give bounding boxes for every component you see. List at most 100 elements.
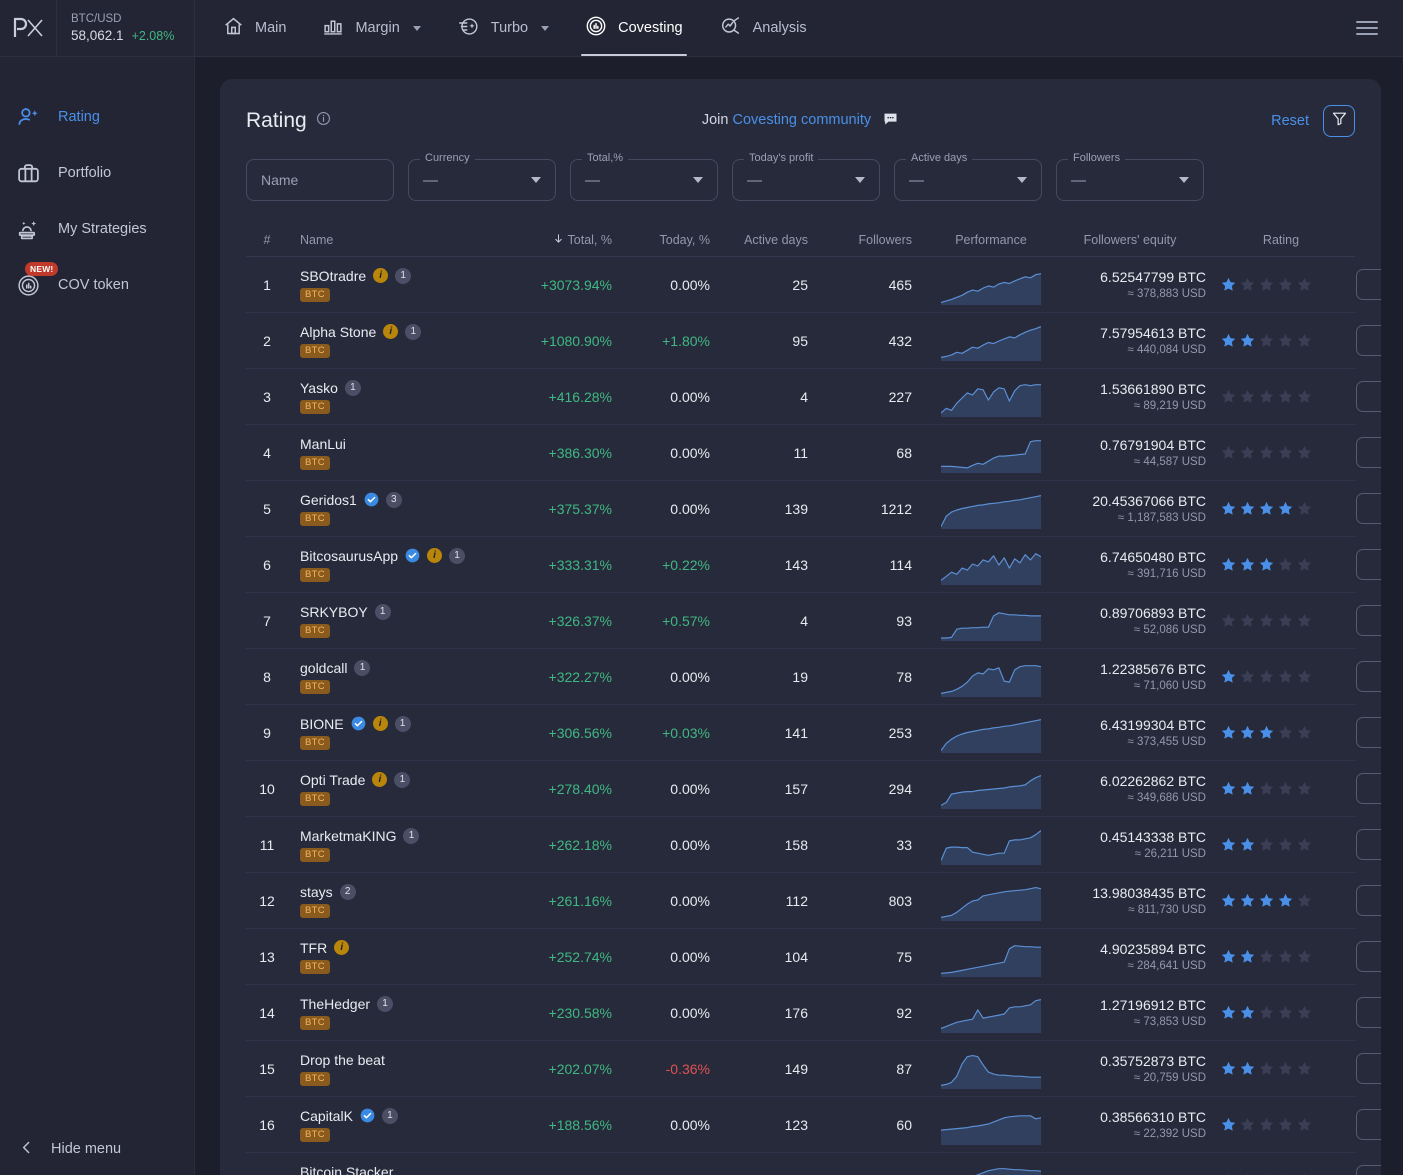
follow-button[interactable]: Follow [1356, 549, 1381, 580]
equity-btc: 0.35752873 BTC [1100, 1052, 1206, 1069]
trader-name[interactable]: stays [300, 884, 333, 900]
chat-bubble-icon[interactable] [882, 113, 899, 131]
trader-name[interactable]: Geridos1 [300, 492, 357, 508]
follow-button[interactable]: Follow [1356, 1109, 1381, 1140]
menu-icon[interactable] [1330, 0, 1403, 56]
follow-button[interactable]: Follow [1356, 829, 1381, 860]
reset-button[interactable]: Reset [1271, 113, 1309, 129]
sidebar-item-my-strategies[interactable]: My Strategies [0, 201, 194, 257]
filter-active-days[interactable]: Active days — [894, 152, 1042, 201]
table-row[interactable]: 1 SBOtradre i 1 BTC +3073.94% 0.00% 25 465 6.5254… [246, 257, 1381, 313]
hide-menu-button[interactable]: Hide menu [0, 1123, 194, 1175]
follow-button[interactable]: Follow [1356, 885, 1381, 916]
table-row[interactable]: 6 BitcosaurusApp i 1 BTC +333.31% +0.22% 143 114… [246, 537, 1381, 593]
cell-active-days: 4 [800, 388, 808, 405]
follow-button[interactable]: Follow [1356, 325, 1381, 356]
table-row[interactable]: 4 ManLui BTC +386.30% 0.00% 11 68 0.76791904 BT… [246, 425, 1381, 481]
nav-item-covesting[interactable]: Covesting [567, 0, 700, 56]
sidebar-item-cov-token[interactable]: NEW! COV token [0, 257, 194, 313]
table-row[interactable]: 16 CapitalK 1 BTC +188.56% 0.00% 123 60 0.385663… [246, 1097, 1381, 1153]
filter-todays-profit[interactable]: Today's profit — [732, 152, 880, 201]
follow-button[interactable]: Follow [1356, 997, 1381, 1028]
trader-name[interactable]: Drop the beat [300, 1052, 385, 1068]
chevron-down-icon[interactable] [541, 25, 550, 31]
column-header-equity[interactable]: Followers' equity [1054, 233, 1206, 247]
column-header-total[interactable]: Total, % [506, 232, 616, 248]
cell-followers-equity: 1.22385676 BTC ≈ 71,060 USD [1054, 660, 1206, 694]
column-header-days[interactable]: Active days [716, 233, 824, 247]
trader-name[interactable]: goldcall [300, 660, 347, 676]
follow-button[interactable]: Follow [1356, 269, 1381, 300]
follow-button[interactable]: Follow [1356, 381, 1381, 412]
table-row[interactable]: 10 Opti Trade i 1 BTC +278.40% 0.00% 157 294 6.02… [246, 761, 1381, 817]
trader-name[interactable]: Opti Trade [300, 772, 365, 788]
filter-total-percent[interactable]: Total,% — [570, 152, 718, 201]
ticker-btc-usd[interactable]: BTC/USD 58,062.1 +2.08% [57, 0, 195, 56]
table-row[interactable]: 15 Drop the beat BTC +202.07% -0.36% 149 87 0.3… [246, 1041, 1381, 1097]
trader-name[interactable]: SRKYBOY [300, 604, 368, 620]
cell-performance [928, 489, 1054, 529]
table-row[interactable]: 5 Geridos1 3 BTC +375.37% 0.00% 139 1212 20.4536… [246, 481, 1381, 537]
table-row[interactable]: 12 stays 2 BTC +261.16% 0.00% 112 803 13.9803843… [246, 873, 1381, 929]
info-badge[interactable]: i [383, 324, 399, 339]
nav-item-turbo[interactable]: Turbo [439, 0, 567, 56]
filter-followers[interactable]: Followers — [1056, 152, 1204, 201]
trader-name[interactable]: Yasko [300, 380, 338, 396]
equity-usd: ≈ 71,060 USD [1133, 679, 1206, 692]
trader-name[interactable]: TheHedger [300, 996, 370, 1012]
filter-currency[interactable]: Currency — [408, 152, 556, 201]
table-row[interactable]: 7 SRKYBOY 1 BTC +326.37% +0.57% 4 93 0.89706893 … [246, 593, 1381, 649]
search-input[interactable] [246, 159, 394, 201]
filter-toggle-button[interactable] [1323, 105, 1355, 137]
nav-item-margin[interactable]: Margin [304, 0, 438, 56]
follow-button[interactable]: Follow [1356, 1165, 1381, 1175]
info-badge[interactable]: i [373, 268, 389, 283]
covesting-community-link[interactable]: Covesting community [733, 112, 872, 128]
column-header-today[interactable]: Today, % [616, 233, 716, 247]
table-row[interactable]: 11 MarketmaKING 1 BTC +262.18% 0.00% 158 33 0.45… [246, 817, 1381, 873]
sidebar-item-portfolio[interactable]: Portfolio [0, 145, 194, 201]
trader-name[interactable]: BIONE [300, 716, 344, 732]
follow-button[interactable]: Follow [1356, 605, 1381, 636]
follow-button[interactable]: Follow [1356, 941, 1381, 972]
follow-button[interactable]: Follow [1356, 773, 1381, 804]
follow-button[interactable]: Follow [1356, 493, 1381, 524]
column-header-followers[interactable]: Followers [824, 233, 928, 247]
follow-button[interactable]: Follow [1356, 1053, 1381, 1084]
performance-sparkline [941, 383, 1041, 417]
trader-name[interactable]: TFR [300, 940, 327, 956]
trader-name[interactable]: Alpha Stone [300, 324, 376, 340]
info-badge[interactable]: i [372, 716, 388, 731]
table-row[interactable]: 14 TheHedger 1 BTC +230.58% 0.00% 176 92 1.27196… [246, 985, 1381, 1041]
info-icon[interactable] [316, 111, 331, 131]
info-badge[interactable]: i [334, 940, 350, 955]
cell-name: BitcosaurusApp i 1 BTC [288, 547, 506, 582]
follow-button[interactable]: Follow [1356, 437, 1381, 468]
table-row[interactable]: 17Bitcoin StackerBTC0.49577598 BTCFollow [246, 1153, 1381, 1175]
info-badge[interactable]: i [372, 772, 388, 787]
column-header-rating[interactable]: Rating [1206, 233, 1356, 247]
table-row[interactable]: 8 goldcall 1 BTC +322.27% 0.00% 19 78 1.22385676… [246, 649, 1381, 705]
px-logo[interactable] [0, 0, 57, 56]
performance-sparkline [941, 552, 1041, 585]
trader-name[interactable]: CapitalK [300, 1108, 353, 1124]
table-row[interactable]: 2 Alpha Stone i 1 BTC +1080.90% +1.80% 95 432 7.5… [246, 313, 1381, 369]
trader-name[interactable]: ManLui [300, 436, 346, 452]
info-badge[interactable]: i [427, 548, 443, 563]
sidebar-item-rating[interactable]: Rating [0, 89, 194, 145]
follow-button[interactable]: Follow [1356, 717, 1381, 748]
trader-name[interactable]: BitcosaurusApp [300, 548, 398, 564]
nav-item-main[interactable]: Main [205, 0, 304, 56]
star-icon [1297, 501, 1312, 515]
table-row[interactable]: 9 BIONE i 1 BTC +306.56% +0.03% 141 253 6.4319930… [246, 705, 1381, 761]
trader-name[interactable]: SBOtradre [300, 268, 366, 284]
chevron-down-icon[interactable] [412, 25, 421, 31]
nav-item-analysis[interactable]: Analysis [701, 0, 825, 56]
trader-name[interactable]: Bitcoin Stacker [300, 1164, 393, 1175]
table-row[interactable]: 13 TFR i BTC +252.74% 0.00% 104 75 4.90235894 BT… [246, 929, 1381, 985]
filter-label: Total,% [582, 152, 629, 164]
star-icon [1297, 725, 1312, 739]
trader-name[interactable]: MarketmaKING [300, 828, 396, 844]
follow-button[interactable]: Follow [1356, 661, 1381, 692]
table-row[interactable]: 3 Yasko 1 BTC +416.28% 0.00% 4 227 1.53661890 BT… [246, 369, 1381, 425]
